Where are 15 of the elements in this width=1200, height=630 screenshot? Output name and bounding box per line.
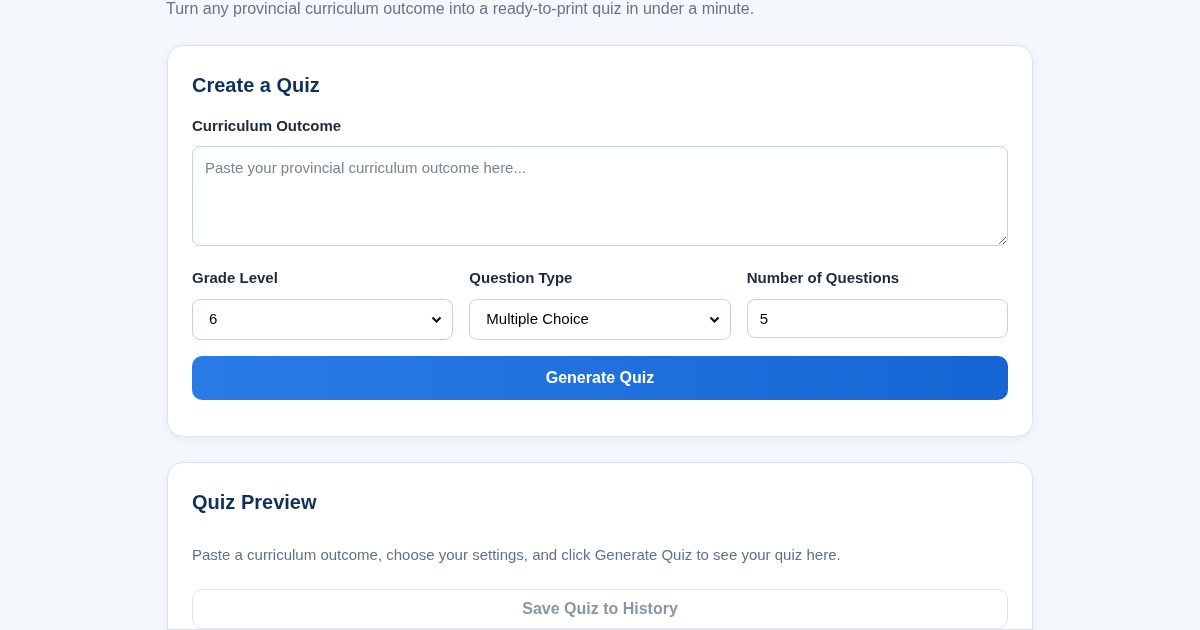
preview-message: Paste a curriculum outcome, choose your settings, and click Generate Quiz to see your quiz here. bbox=[192, 545, 842, 565]
field-label: Curriculum Outcome bbox=[192, 116, 343, 136]
field-label: Question Type bbox=[469, 268, 574, 288]
card-title: Quiz Preview bbox=[192, 490, 318, 515]
dropdown[interactable]: 6 bbox=[192, 299, 454, 340]
number-input[interactable]: 5 bbox=[746, 299, 1008, 338]
outcome-textarea[interactable]: Paste your provincial curriculum outcome here... bbox=[192, 146, 1008, 246]
field-label: Number of Questions bbox=[746, 268, 901, 288]
chevron-down-icon bbox=[708, 315, 720, 324]
generate-quiz-button[interactable]: Generate Quiz bbox=[192, 356, 1008, 400]
field-label: Grade Level bbox=[192, 268, 279, 288]
dropdown[interactable]: Multiple Choice bbox=[469, 299, 731, 340]
card-title: Create a Quiz bbox=[192, 73, 321, 98]
subtitle: Turn any provincial curriculum outcome into a ready-to-print quiz in under a minute. bbox=[166, 0, 756, 18]
chevron-down-icon bbox=[431, 315, 443, 324]
